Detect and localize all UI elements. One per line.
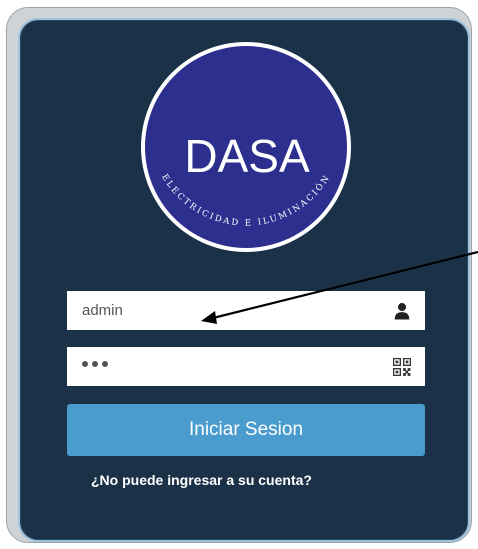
password-dot bbox=[102, 361, 108, 367]
password-dot bbox=[82, 361, 88, 367]
login-button[interactable]: Iniciar Sesion bbox=[67, 404, 425, 456]
forgot-account-link[interactable]: ¿No puede ingresar a su cuenta? bbox=[91, 472, 312, 488]
user-icon bbox=[394, 303, 410, 320]
qr-code-icon bbox=[393, 358, 411, 376]
username-field[interactable] bbox=[67, 291, 425, 330]
dasa-logo: DASA ELECTRICIDAD E ILUMINACIÓN bbox=[141, 42, 351, 252]
password-mask[interactable] bbox=[82, 361, 108, 367]
password-dot bbox=[92, 361, 98, 367]
password-field[interactable] bbox=[67, 347, 425, 386]
username-input[interactable] bbox=[67, 291, 377, 330]
logo-wordmark: DASA bbox=[184, 130, 310, 182]
